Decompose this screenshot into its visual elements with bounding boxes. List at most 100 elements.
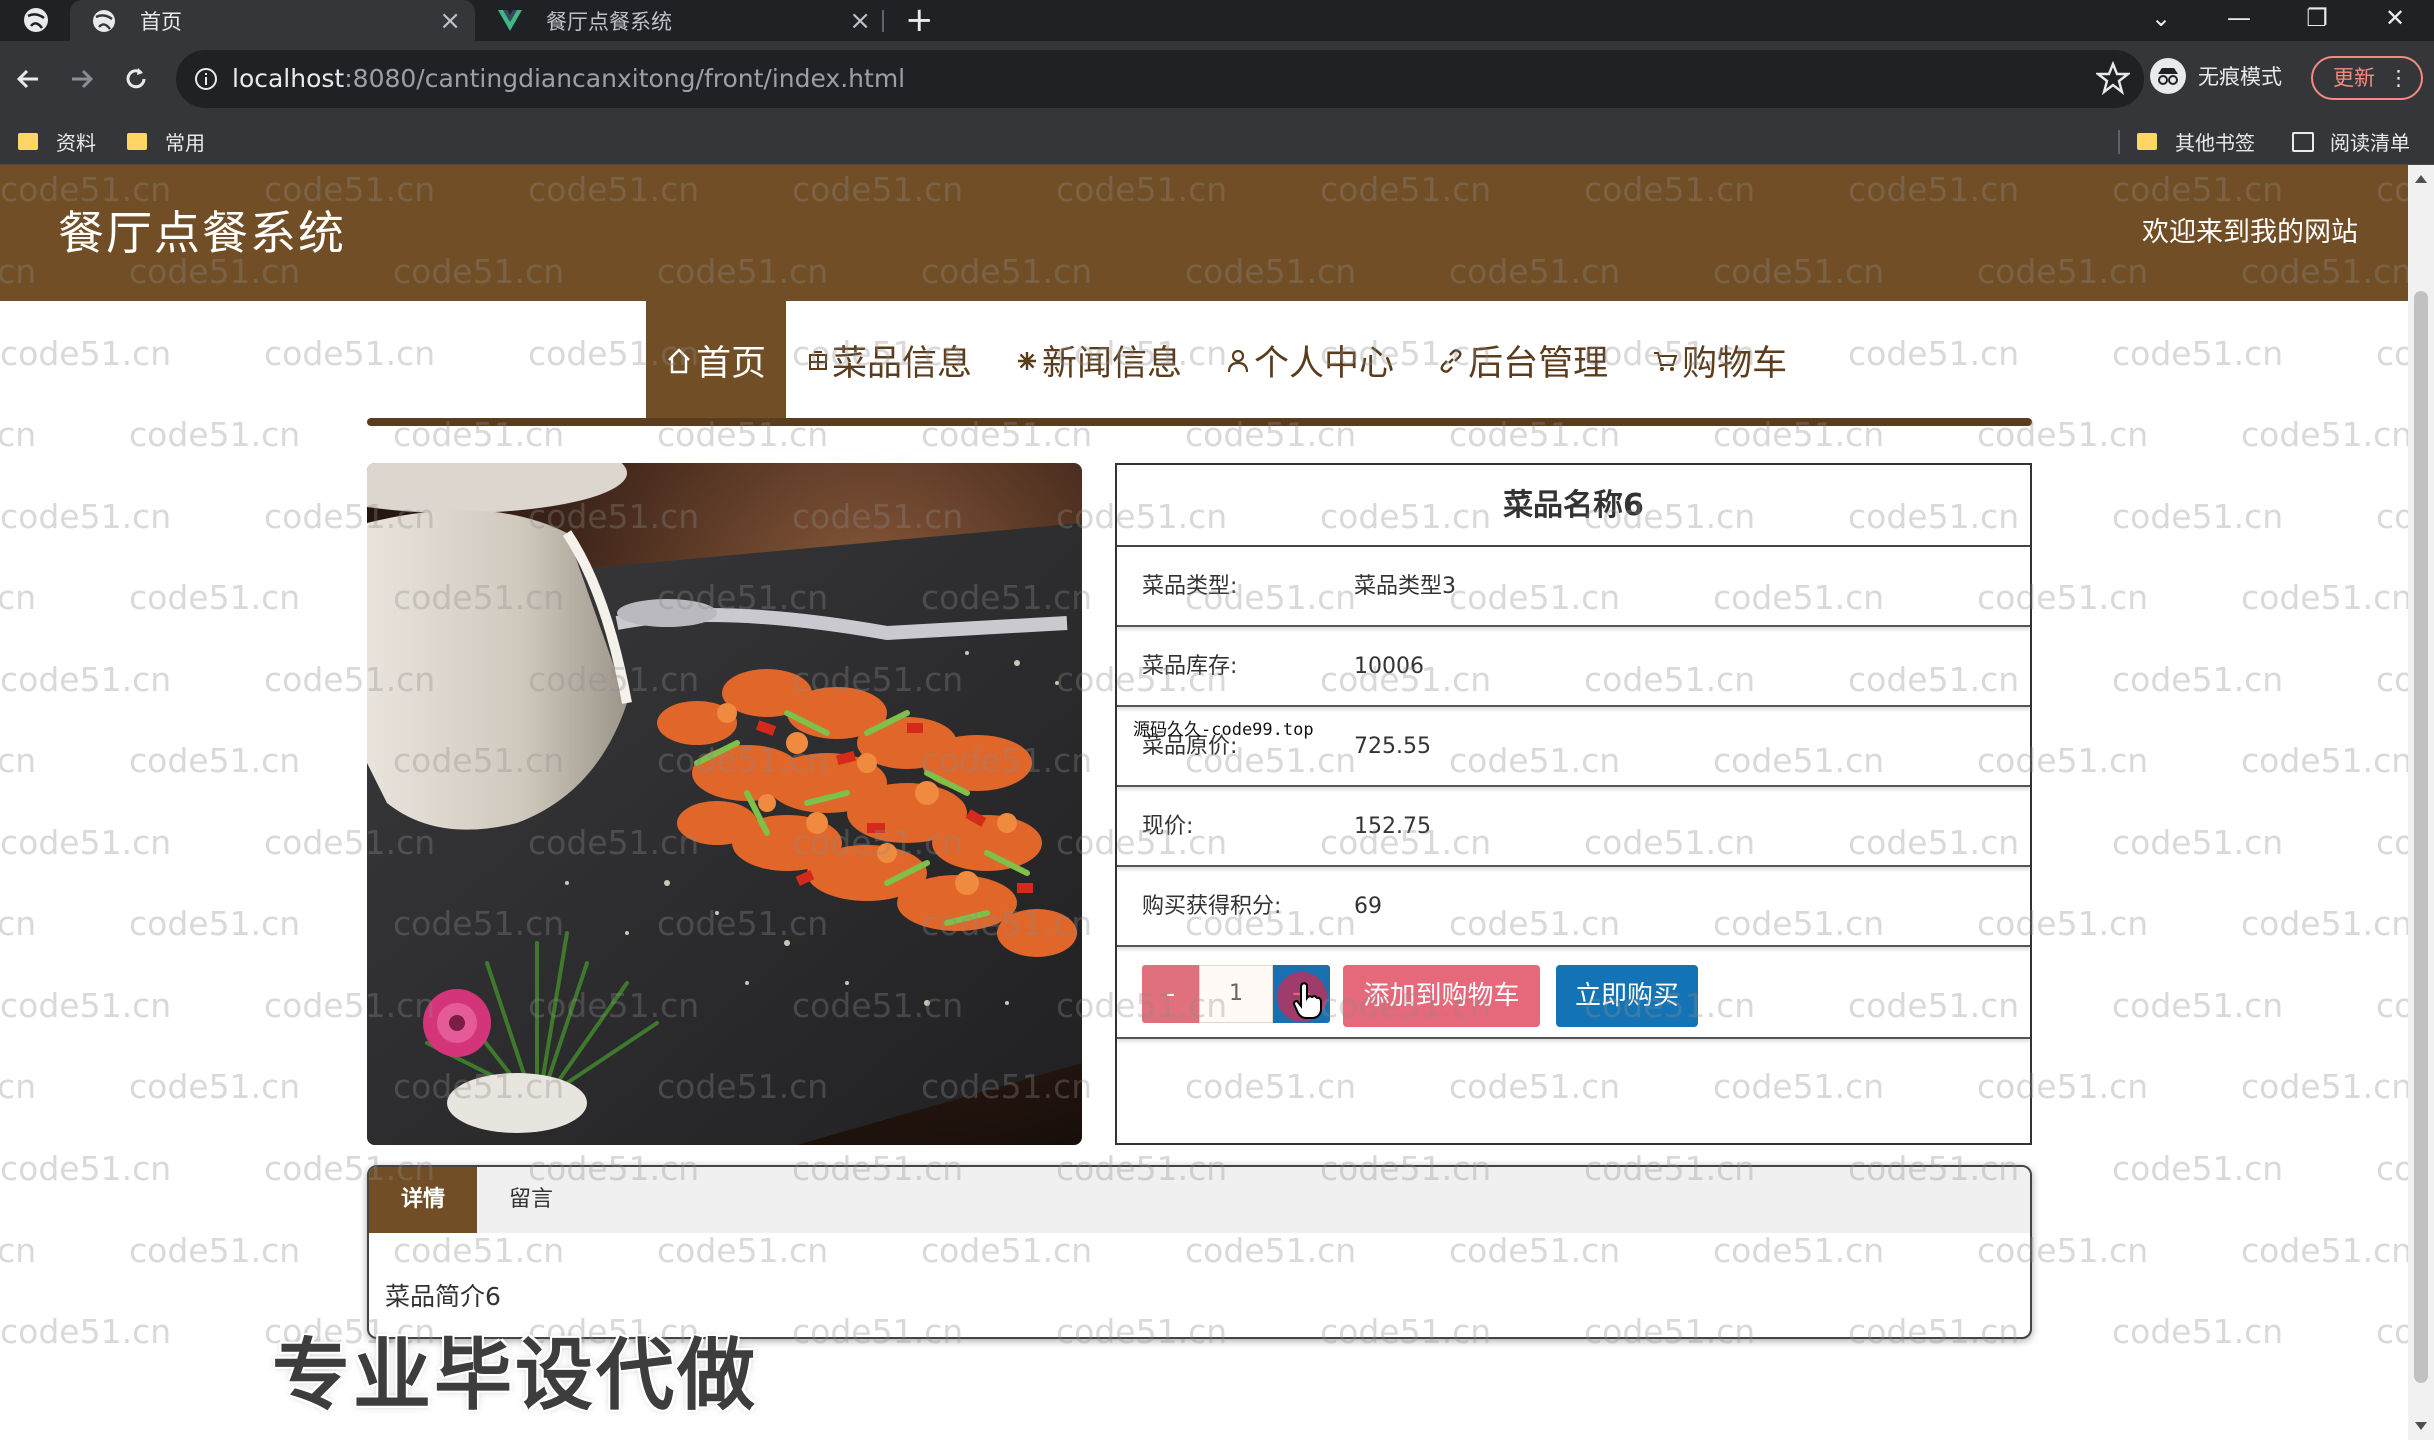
product-name: 菜品名称6 <box>1117 465 2030 547</box>
nav-item-news[interactable]: 新闻信息 <box>994 301 1204 420</box>
quantity-decrease-button[interactable]: - <box>1142 965 1199 1023</box>
page-scrollbar[interactable] <box>2408 165 2434 1440</box>
site-title: 餐厅点餐系统 <box>58 206 346 260</box>
welcome-text: 欢迎来到我的网站 <box>2142 217 2358 248</box>
watermark-text: code51.cn <box>2112 823 2284 862</box>
watermark-text: code51.cn <box>0 660 172 699</box>
other-bookmarks-label: 其他书签 <box>2175 131 2255 155</box>
update-label: 更新 <box>2333 66 2375 90</box>
watermark-text: code51.cn <box>2376 497 2408 536</box>
bookmark-label: 常用 <box>165 131 205 155</box>
watermark-text: code51.cn <box>129 578 301 617</box>
watermark-text: code51.cn <box>2241 741 2408 780</box>
watermark-text: code51.cn <box>2241 415 2408 454</box>
tab-home[interactable]: 首页 × <box>70 0 475 41</box>
cart-icon <box>1652 349 1678 373</box>
watermark-text: code51.cn <box>2376 1312 2408 1351</box>
buy-now-button[interactable]: 立即购买 <box>1556 965 1698 1027</box>
browser-tabstrip: 首页 × 餐厅点餐系统 × + ⌄ — ❐ ✕ <box>0 0 2434 41</box>
nav-label: 后台管理 <box>1468 344 1609 384</box>
browser-menu-icon[interactable] <box>22 6 50 38</box>
field-row-points: 购买获得积分: 69 <box>1117 867 2030 947</box>
minimize-icon[interactable]: — <box>2200 0 2278 41</box>
close-tab-icon[interactable]: × <box>439 6 461 36</box>
home-icon <box>666 347 692 375</box>
watermark-text: code51.cn <box>2112 1149 2284 1188</box>
tab-comments[interactable]: 留言 <box>477 1167 585 1233</box>
scroll-down-icon[interactable] <box>2415 1422 2427 1430</box>
watermark-text: code51.cn <box>2112 497 2284 536</box>
scrollbar-thumb[interactable] <box>2414 291 2428 1383</box>
back-button[interactable] <box>2 53 54 105</box>
watermark-text: code51.cn <box>2376 334 2408 373</box>
nav-item-admin[interactable]: 后台管理 <box>1416 301 1630 420</box>
bookmark-label: 资料 <box>56 131 96 155</box>
detail-content: 菜品简介6 <box>385 1282 501 1311</box>
globe-icon <box>90 7 118 35</box>
watermark-text: code51.cn <box>129 415 301 454</box>
watermark-text: code51.cn <box>0 334 172 373</box>
watermark-text: code51.cn <box>2376 660 2408 699</box>
tab-details[interactable]: 详情 <box>369 1167 477 1233</box>
nav-item-profile[interactable]: 个人中心 <box>1204 301 1416 420</box>
forward-button[interactable] <box>56 53 108 105</box>
incognito-label: 无痕模式 <box>2198 65 2282 89</box>
folder-icon <box>18 133 38 150</box>
page-viewport: 餐厅点餐系统 欢迎来到我的网站 首页 菜品信息 新闻信息 个人中心 后台管理 购… <box>0 165 2408 1440</box>
scroll-up-icon[interactable] <box>2415 175 2427 183</box>
product-image <box>367 463 1082 1145</box>
browser-toolbar: localhost:8080/cantingdiancanxitong/fron… <box>0 41 2434 118</box>
update-button[interactable]: 更新 ⋮ <box>2311 56 2423 100</box>
tab-restaurant[interactable]: 餐厅点餐系统 × <box>480 0 885 41</box>
detail-tabbar: 详情 留言 <box>369 1167 2030 1233</box>
reading-list-icon <box>2292 131 2314 152</box>
other-bookmarks[interactable]: 其他书签 <box>2137 118 2255 165</box>
nav-label: 菜品信息 <box>832 344 973 384</box>
grid-icon <box>808 350 828 372</box>
watermark-text: code51.cn <box>129 1067 301 1106</box>
watermark-text: code51.cn <box>2376 1149 2408 1188</box>
url-text[interactable]: localhost:8080/cantingdiancanxitong/fron… <box>232 50 905 108</box>
quantity-input[interactable]: 1 <box>1199 965 1273 1023</box>
product-info-panel: 菜品名称6 菜品类型: 菜品类型3 菜品库存: 10006 菜品原价: 725.… <box>1115 463 2032 1145</box>
restore-icon[interactable]: ❐ <box>2278 0 2356 41</box>
bookmarks-separator <box>2118 130 2120 154</box>
watermark-text: code51.cn <box>2112 986 2284 1025</box>
site-info-icon[interactable] <box>194 67 218 95</box>
window-controls: ⌄ — ❐ ✕ <box>2122 0 2434 41</box>
purchase-actions: - 1 + 添加到购物车 立即购买 <box>1117 949 2030 1039</box>
field-label: 现价: <box>1142 814 1194 839</box>
incognito-indicator[interactable]: 无痕模式 <box>2150 58 2282 94</box>
link-icon <box>1438 348 1464 374</box>
tab-search-icon[interactable]: ⌄ <box>2122 0 2200 41</box>
nav-item-dishes[interactable]: 菜品信息 <box>786 301 994 420</box>
watermark-text: code51.cn <box>129 904 301 943</box>
watermark-text: code51.cn <box>2112 334 2284 373</box>
bookmark-folder-ziliao[interactable]: 资料 <box>18 118 96 165</box>
nav-item-cart[interactable]: 购物车 <box>1630 301 1809 420</box>
folder-icon <box>2137 133 2157 150</box>
watermark-text: code51.cn <box>0 1231 37 1270</box>
watermark-text: code51.cn <box>2241 1067 2408 1106</box>
add-to-cart-button[interactable]: 添加到购物车 <box>1343 965 1540 1027</box>
more-menu-icon[interactable]: ⋮ <box>2388 58 2409 98</box>
nav-label: 新闻信息 <box>1042 344 1183 384</box>
bookmark-star-icon[interactable] <box>2094 60 2132 99</box>
new-tab-button[interactable]: + <box>905 0 934 41</box>
site-header: 餐厅点餐系统 欢迎来到我的网站 <box>0 165 2408 301</box>
nav-item-home[interactable]: 首页 <box>646 301 787 420</box>
reading-list[interactable]: 阅读清单 <box>2292 118 2410 165</box>
close-window-icon[interactable]: ✕ <box>2356 0 2434 41</box>
nav-underline <box>367 418 2032 426</box>
watermark-text: code51.cn <box>0 904 37 943</box>
close-tab-icon[interactable]: × <box>849 6 871 36</box>
nav-label: 个人中心 <box>1254 344 1395 384</box>
bookmarks-bar: 资料 常用 其他书签 阅读清单 <box>0 118 2434 165</box>
field-label: 菜品库存: <box>1142 654 1238 679</box>
watermark-text: code51.cn <box>0 497 172 536</box>
reload-icon <box>126 68 146 89</box>
address-bar[interactable]: localhost:8080/cantingdiancanxitong/fron… <box>176 50 2144 108</box>
watermark-text: code51.cn <box>0 578 37 617</box>
reload-button[interactable] <box>110 53 162 105</box>
bookmark-folder-changyong[interactable]: 常用 <box>127 118 205 165</box>
